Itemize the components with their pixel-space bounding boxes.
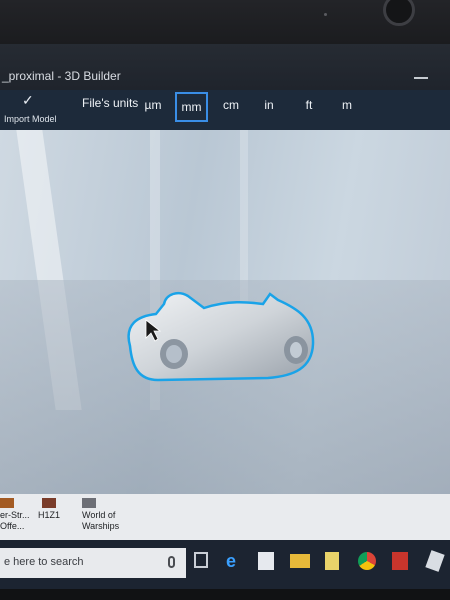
notes-icon[interactable] (325, 552, 339, 570)
task-view-icon[interactable] (194, 552, 208, 568)
laptop-bezel (0, 0, 450, 44)
taskbar: e here to search e (0, 540, 450, 589)
microphone-icon[interactable] (168, 556, 175, 568)
shortcut-label: er-Str... (0, 510, 30, 520)
unit-cm-button[interactable]: cm (220, 94, 242, 116)
app-icon[interactable] (392, 552, 408, 570)
taskbar-search-box[interactable]: e here to search (0, 548, 186, 578)
store-icon[interactable] (258, 552, 274, 570)
edge-icon[interactable]: e (226, 552, 244, 570)
ribbon: ✓ Import Model File's units µm mm cm in … (0, 90, 450, 130)
search-placeholder: e here to search (4, 556, 84, 568)
other-icon[interactable] (425, 550, 445, 572)
unit-ft-button[interactable]: ft (302, 94, 316, 116)
unit-mm-button[interactable]: mm (175, 92, 208, 122)
app-shortcut-icon (82, 498, 96, 508)
screen: _proximal - 3D Builder ✓ Import Model Fi… (0, 44, 450, 589)
unit-um-button[interactable]: µm (142, 94, 164, 116)
chrome-icon[interactable] (358, 552, 376, 570)
laptop-bezel-bottom (0, 589, 450, 600)
desktop-shortcut-world-of-warships[interactable]: World of Warships (82, 496, 142, 540)
unit-in-button[interactable]: in (260, 94, 278, 116)
app-shortcut-icon (42, 498, 56, 508)
import-model-label: Import Model (4, 114, 57, 124)
app-shortcut-icon (0, 498, 14, 508)
minimize-button[interactable] (414, 77, 428, 79)
import-model-button[interactable]: ✓ Import Model (0, 90, 60, 130)
unit-m-button[interactable]: m (340, 94, 354, 116)
desktop-shortcuts: er-Str... Offe... H1Z1 World of Warships (0, 494, 450, 540)
shortcut-label: World of (82, 510, 116, 520)
shortcut-label: H1Z1 (38, 510, 61, 520)
3d-viewport[interactable] (0, 130, 450, 494)
title-bar: _proximal - 3D Builder (0, 44, 450, 90)
shortcut-label: Warships (82, 521, 120, 531)
file-explorer-icon[interactable] (290, 554, 310, 568)
checkmark-icon: ✓ (22, 92, 34, 108)
bezel-sensor (324, 13, 327, 16)
file-units-label: File's units (82, 96, 139, 110)
webcam-icon (383, 0, 415, 26)
shortcut-label: Offe... (0, 521, 25, 531)
3d-model[interactable] (118, 284, 323, 399)
window-title: _proximal - 3D Builder (2, 69, 121, 83)
